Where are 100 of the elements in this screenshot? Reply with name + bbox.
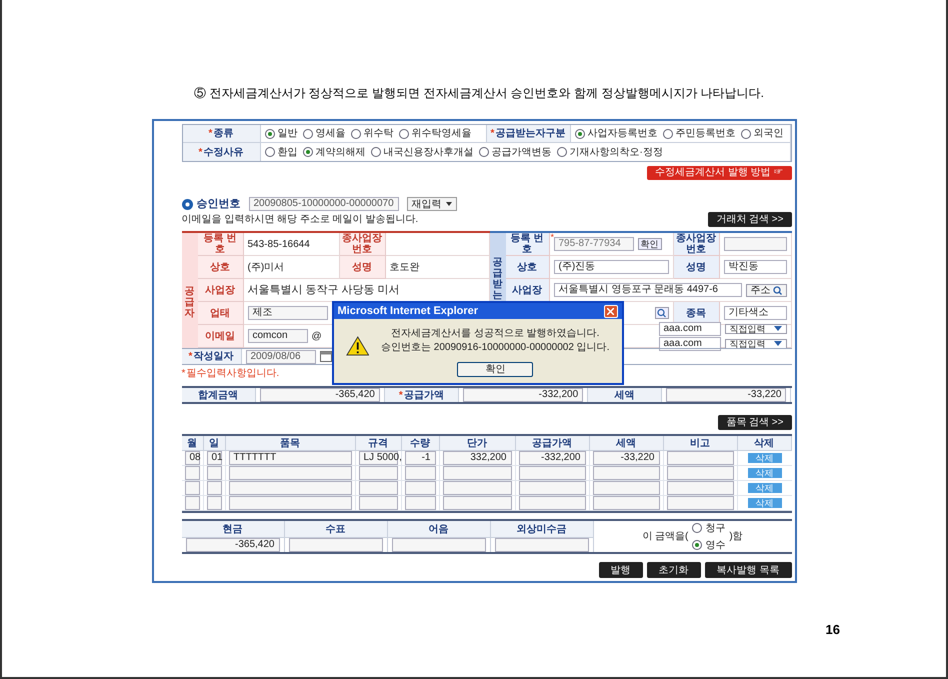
option-label: *공급받는자구분 xyxy=(490,127,566,141)
ok-button[interactable]: 확인 xyxy=(457,362,534,377)
dialog-message: 전자세금계산서를 성공적으로 발행하였습니다. xyxy=(391,327,600,341)
section-title: 공급받는 xyxy=(492,257,502,301)
field-value: 서울특별시 동작구 사당동 미서 xyxy=(248,282,400,298)
field-value: 543-85-16644 xyxy=(248,238,310,252)
reissue-button[interactable]: 재입력 xyxy=(406,197,456,211)
total-label: 세액 xyxy=(614,388,635,402)
column-header: 세액 xyxy=(616,436,636,450)
field-label: 업태 xyxy=(209,308,231,318)
approval-label: 승인번호 xyxy=(196,196,240,212)
required-mark: * xyxy=(398,390,403,400)
page-number: 16 xyxy=(826,621,840,639)
amount-text: )함 xyxy=(729,530,743,544)
required-mark: * xyxy=(198,146,202,158)
radio-label: 청구 xyxy=(705,522,726,536)
required-mark: * xyxy=(490,128,494,139)
text-field[interactable]: (주)진동 xyxy=(554,260,668,274)
column-header: 월 xyxy=(187,436,197,450)
confirm-button[interactable]: 확인 xyxy=(638,238,662,250)
radio-label: 일반 xyxy=(278,127,298,141)
radio-label: 영수 xyxy=(705,538,726,552)
total-label: *공급가액 xyxy=(398,388,444,402)
required-mark: * xyxy=(188,351,192,362)
action-button[interactable]: 발행 xyxy=(598,562,643,578)
text-field[interactable]: 2009/08/06 xyxy=(246,350,316,364)
field-label: 사업장 xyxy=(511,284,543,296)
partner-search-button[interactable]: 거래처 검색 >> xyxy=(708,212,792,227)
column-header: 어음 xyxy=(428,522,448,536)
column-header: 단가 xyxy=(467,436,487,450)
text-field[interactable]: 332,200 xyxy=(442,451,512,465)
at-sign: @ xyxy=(312,330,322,344)
text-field[interactable]: 서울특별시 영등포구 문래동 4497-6 xyxy=(554,283,742,297)
text-field[interactable]: -365,420 xyxy=(186,538,280,552)
field-label: 상호 xyxy=(209,262,231,272)
column-header: 외상미수금 xyxy=(516,522,566,536)
text-field[interactable]: 01 xyxy=(206,451,222,465)
radio-label: 외국인 xyxy=(754,127,784,141)
text-field[interactable]: -33,220 xyxy=(592,451,660,465)
domain-select[interactable]: 직접입력 xyxy=(724,324,786,334)
radio-label: 환입 xyxy=(278,146,298,160)
column-header: 공급가액 xyxy=(532,436,572,450)
text-field[interactable]: aaa.com xyxy=(658,336,720,350)
required-mark: * xyxy=(182,368,186,378)
amount-text: 이 금액을( xyxy=(642,530,688,544)
text-field[interactable]: 박진동 xyxy=(724,260,786,274)
text-field[interactable]: 795-87-77934 xyxy=(554,237,634,251)
field-label: 상호 xyxy=(516,262,538,272)
radio-label: 공급가액변동 xyxy=(492,146,552,160)
field-label: 사업장 xyxy=(204,284,236,296)
column-header: 비고 xyxy=(690,436,710,450)
text-field[interactable]: -332,200 xyxy=(462,388,584,402)
text-field[interactable]: 08 xyxy=(184,451,200,465)
field-label: 이메일 xyxy=(204,330,236,342)
field-label: 종목 xyxy=(685,308,707,318)
action-button[interactable]: 초기화 xyxy=(646,562,701,578)
field-label: 등록 번호 xyxy=(510,233,544,255)
field-label: 종사업장 번호 xyxy=(341,233,383,255)
column-header: 품목 xyxy=(280,436,300,450)
email-note: 이메일을 입력하시면 해당 주소로 메일이 발송됩니다. xyxy=(182,213,418,227)
action-button[interactable]: 복사발행 목록 xyxy=(704,562,792,578)
text-field[interactable]: -1 xyxy=(404,451,436,465)
column-header: 규격 xyxy=(368,436,388,450)
column-header: 현금 xyxy=(222,522,242,536)
column-header: 수표 xyxy=(326,522,346,536)
text-field[interactable]: aaa.com xyxy=(658,322,720,336)
field-label: 등록 번호 xyxy=(202,233,238,255)
instruction-text: ⑤ 전자세금계산서가 정상적으로 발행되면 전자세금계산서 승인번호와 함께 정상발행메시지가 나타납니다. xyxy=(194,85,764,102)
field-value: (주)미서 xyxy=(248,260,284,274)
text-field[interactable]: 기타색소 xyxy=(724,306,786,320)
dialog-message: 승인번호는 20090916-10000000-00000002 입니다. xyxy=(381,341,610,355)
text-field[interactable]: 제조 xyxy=(248,306,328,320)
text-field[interactable]: TTTTTTT xyxy=(228,451,352,465)
text-field[interactable]: -332,200 xyxy=(518,451,586,465)
radio-label: 기재사항의착오·정정 xyxy=(570,146,663,160)
required-mark: * xyxy=(208,128,212,139)
field-label: 성명 xyxy=(685,262,707,272)
domain-select[interactable]: 직접입력 xyxy=(724,338,786,348)
radio-label: 위수탁 xyxy=(364,127,394,141)
column-header: 일 xyxy=(209,436,219,450)
item-search-button[interactable]: 품목 검색 >> xyxy=(718,415,792,430)
address-button[interactable]: 주소 xyxy=(746,284,786,296)
total-label: 합계금액 xyxy=(198,388,238,402)
required-note: *필수입력사항입니다. xyxy=(182,366,280,380)
text-field[interactable]: 20090805-10000000-00000070 xyxy=(248,197,398,211)
option-label: *수정사유 xyxy=(198,146,244,160)
radio-label: 내국신용장사후개설 xyxy=(384,146,474,160)
field-value: 호도완 xyxy=(390,260,420,274)
radio-label: 영세율 xyxy=(316,127,346,141)
dialog-title: Microsoft Internet Explorer xyxy=(338,304,478,319)
option-label: *종류 xyxy=(208,127,234,141)
column-header: 수량 xyxy=(410,436,430,450)
guide-button[interactable]: 수정세금계산서 발행 방법 ☞ xyxy=(647,166,792,180)
text-field[interactable]: comcon xyxy=(248,329,308,343)
radio-label: 위수탁영세율 xyxy=(412,127,472,141)
text-field[interactable]: -365,420 xyxy=(260,388,380,402)
radio-label: 계약의해제 xyxy=(316,146,366,160)
text-field[interactable]: -33,220 xyxy=(666,388,786,402)
radio-label: 주민등록번호 xyxy=(676,127,736,141)
column-header: 삭제 xyxy=(754,436,774,450)
